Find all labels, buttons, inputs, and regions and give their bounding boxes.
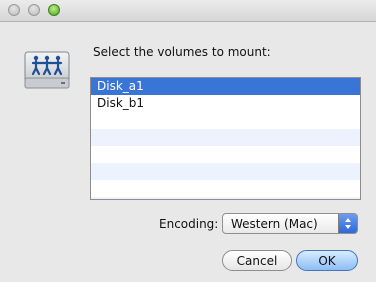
zoom-window-icon[interactable] (48, 4, 60, 16)
network-drive-icon (23, 46, 71, 94)
mount-prompt-text: Select the volumes to mount: (93, 45, 271, 59)
chevron-up-down-icon (338, 214, 357, 233)
minimize-window-icon[interactable] (28, 4, 40, 16)
cancel-button[interactable]: Cancel (222, 250, 292, 271)
volume-item-disk-b1[interactable]: Disk_b1 (91, 95, 360, 112)
volume-list-empty-row (91, 163, 360, 180)
volume-list[interactable]: Disk_a1 Disk_b1 (90, 77, 361, 200)
mount-volumes-window: Select the volumes to mount: Disk_a1 Dis… (0, 0, 376, 282)
encoding-select-value: Western (Mac) (231, 217, 318, 231)
volume-list-empty-row (91, 197, 360, 199)
volume-list-empty-row (91, 129, 360, 146)
close-window-icon[interactable] (8, 4, 20, 16)
volume-list-empty-row (91, 146, 360, 163)
volume-list-empty-row (91, 112, 360, 129)
ok-button[interactable]: OK (296, 250, 358, 271)
encoding-label: Encoding: (159, 217, 219, 231)
encoding-select[interactable]: Western (Mac) (222, 213, 358, 234)
title-bar (0, 0, 376, 22)
volume-list-empty-row (91, 180, 360, 197)
volume-item-disk-a1[interactable]: Disk_a1 (91, 78, 360, 95)
